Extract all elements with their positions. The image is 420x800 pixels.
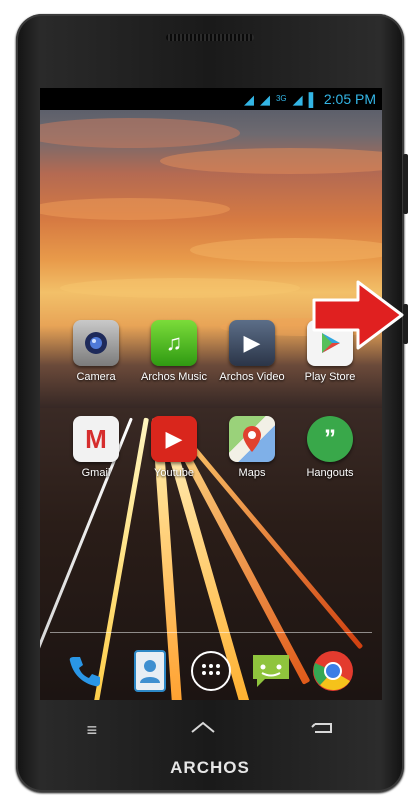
navigation-bar: ≡ <box>40 708 382 752</box>
app-maps[interactable]: Maps <box>216 416 288 479</box>
indicator-arrow-icon <box>312 280 404 355</box>
brand-logo: ARCHOS <box>170 758 250 777</box>
gmail-icon: M <box>73 416 119 462</box>
earpiece-speaker <box>166 34 254 41</box>
app-youtube[interactable]: ▶ Youtube <box>138 416 210 479</box>
chrome-icon[interactable] <box>310 648 356 694</box>
signal-icon: ◢ <box>259 91 270 107</box>
battery-icon: ▌ <box>308 91 318 107</box>
screen: ◢ ◢ 3G ◢ ▌ 2:05 PM Camera ♫ Archos Music… <box>40 88 382 700</box>
contacts-icon[interactable] <box>128 648 174 694</box>
home-screen: Camera ♫ Archos Music ▶ Archos Video Pla… <box>40 110 382 700</box>
youtube-icon: ▶ <box>151 416 197 462</box>
back-icon[interactable] <box>309 720 335 741</box>
app-gmail[interactable]: M Gmail <box>60 416 132 479</box>
dock-divider <box>50 632 372 633</box>
messaging-icon[interactable] <box>248 648 294 694</box>
maps-icon <box>229 416 275 462</box>
status-time: 2:05 PM <box>323 91 376 107</box>
status-bar: ◢ ◢ 3G ◢ ▌ 2:05 PM <box>40 88 382 110</box>
app-archos-music[interactable]: ♫ Archos Music <box>138 320 210 383</box>
network-type: 3G <box>275 94 287 103</box>
video-icon: ▶ <box>229 320 275 366</box>
phone-body: ◢ ◢ 3G ◢ ▌ 2:05 PM Camera ♫ Archos Music… <box>16 14 408 792</box>
app-drawer-icon[interactable] <box>188 648 234 694</box>
app-hangouts[interactable]: ” Hangouts <box>294 416 366 479</box>
camera-icon <box>73 320 119 366</box>
phone-icon[interactable] <box>62 648 108 694</box>
home-icon[interactable] <box>190 720 216 741</box>
music-icon: ♫ <box>151 320 197 366</box>
app-archos-video[interactable]: ▶ Archos Video <box>216 320 288 383</box>
app-camera[interactable]: Camera <box>60 320 132 383</box>
volume-key[interactable] <box>403 154 408 214</box>
hangouts-icon: ” <box>307 416 353 462</box>
menu-icon[interactable]: ≡ <box>87 720 98 741</box>
signal-3g-icon: ◢ <box>292 91 303 107</box>
wifi-icon: ◢ <box>243 91 254 107</box>
